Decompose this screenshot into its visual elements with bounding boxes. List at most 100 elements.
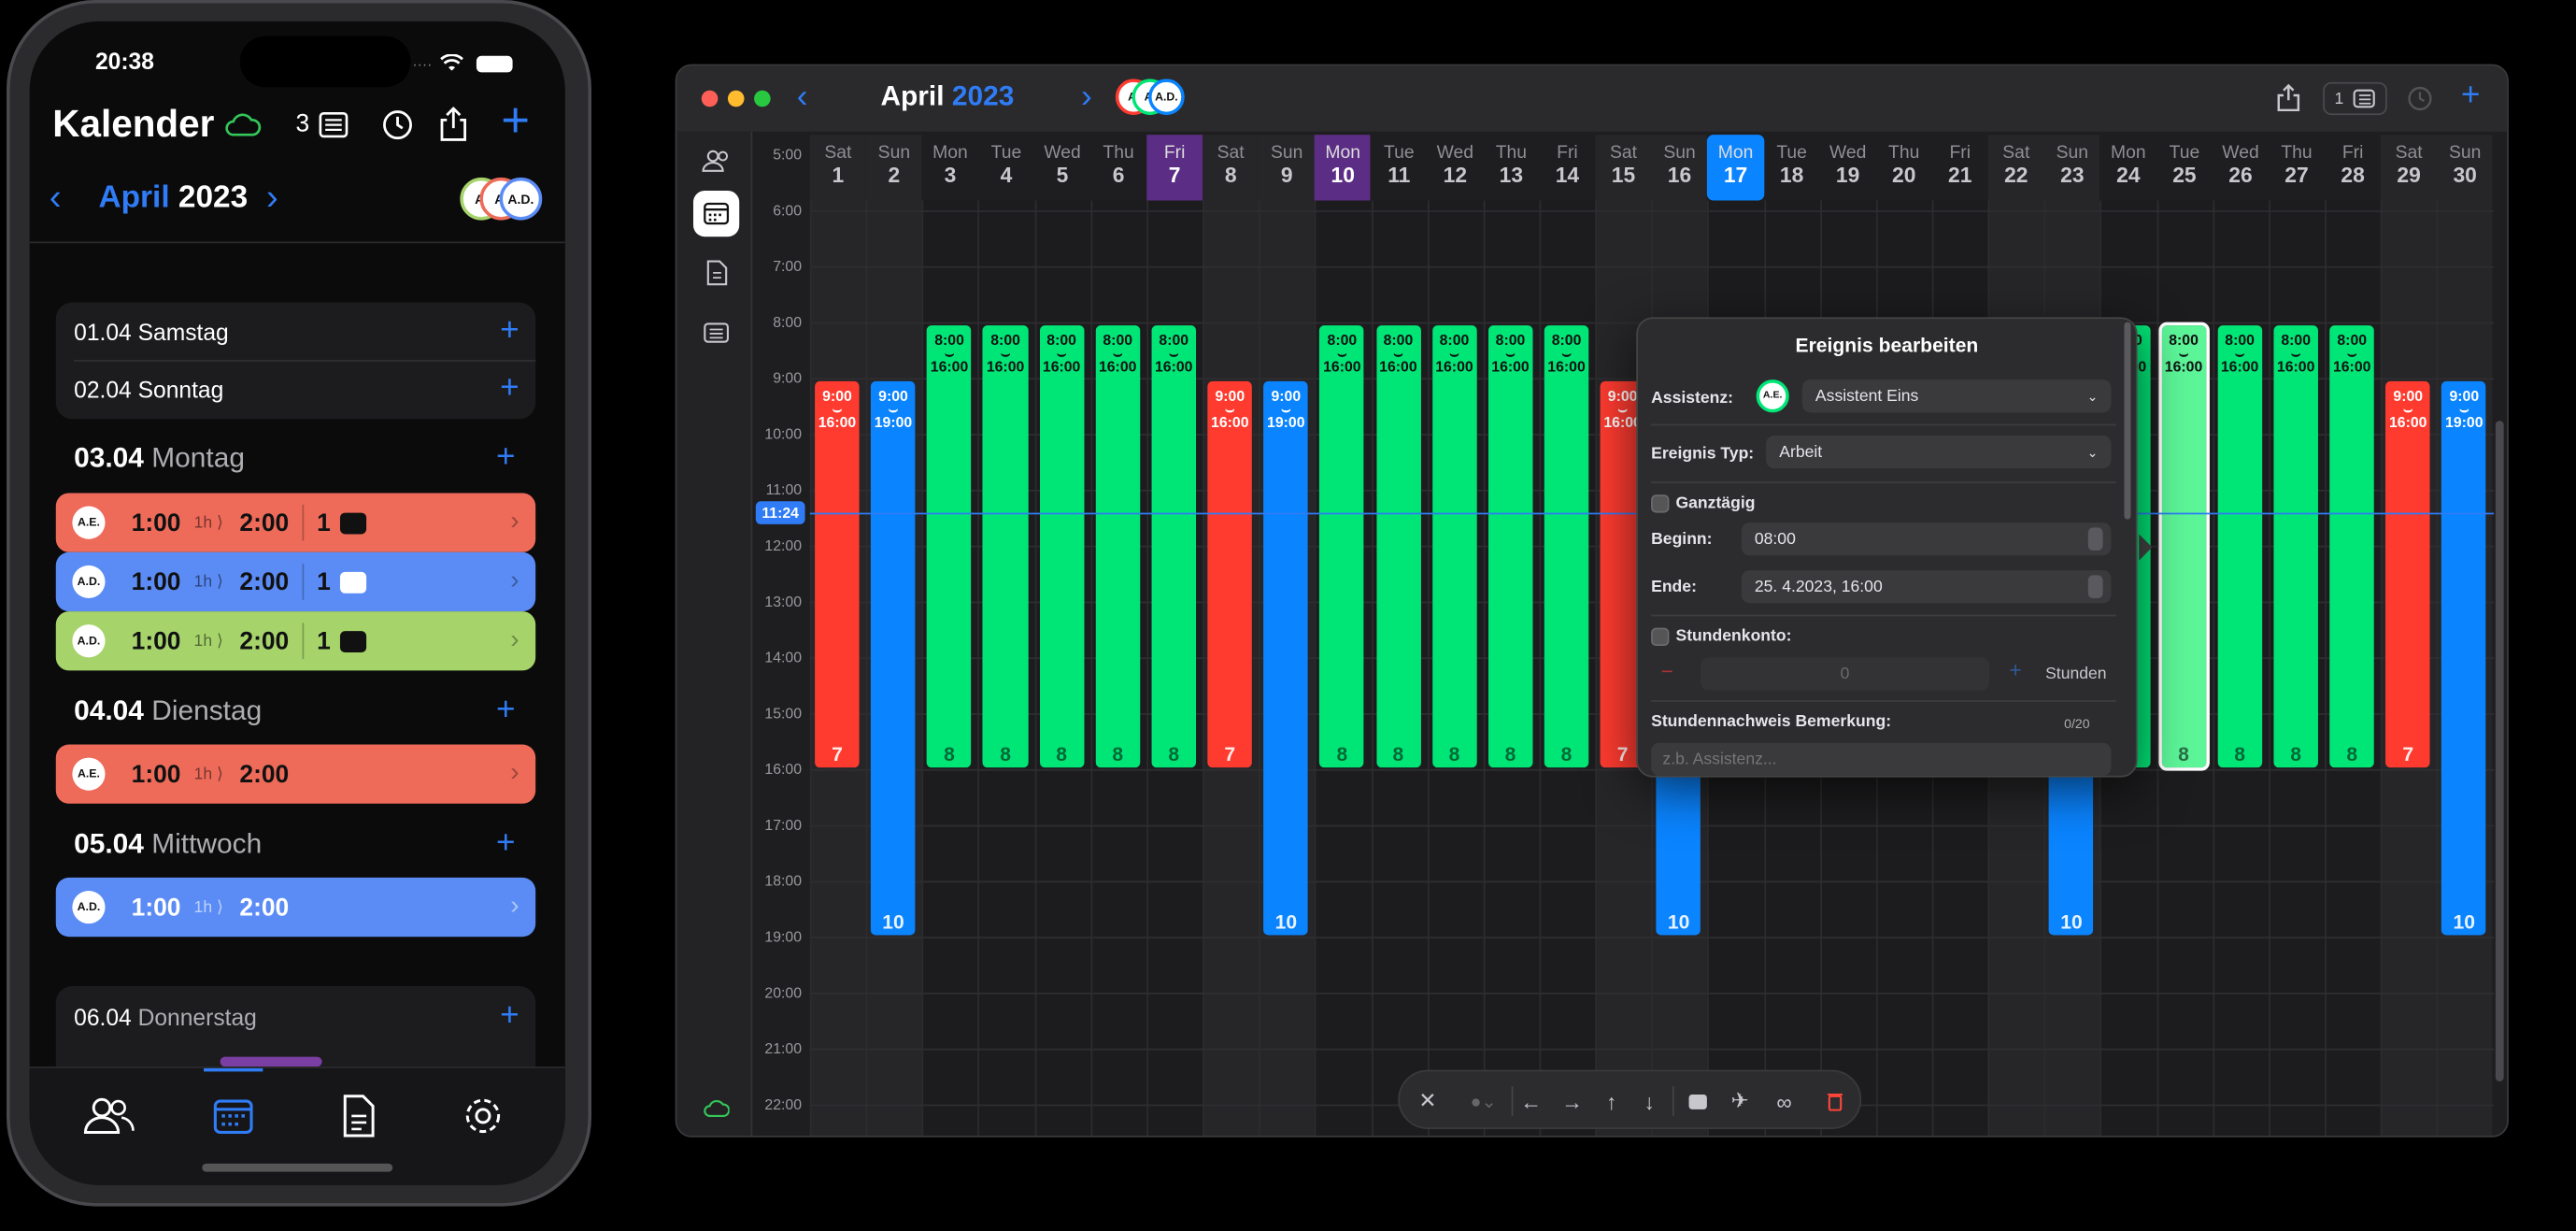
grid-scrollbar[interactable] bbox=[2495, 421, 2504, 1081]
tab-people[interactable] bbox=[76, 1083, 141, 1149]
remark-input[interactable] bbox=[1651, 742, 2112, 776]
event-bar[interactable]: 8:00⌣16:00 8 bbox=[2329, 325, 2375, 768]
add-event-button[interactable]: + bbox=[496, 825, 516, 863]
arrow-right-icon[interactable]: → bbox=[1556, 1084, 1588, 1117]
stepper-icon[interactable] bbox=[2087, 527, 2103, 551]
avatar-stack[interactable]: A. A. A.D. bbox=[460, 177, 558, 221]
day-header[interactable]: Tue 11 bbox=[1371, 135, 1428, 201]
next-month-button[interactable]: › bbox=[266, 176, 278, 219]
day-header[interactable]: Fri 28 bbox=[2325, 135, 2382, 201]
day-header[interactable]: Mon 3 bbox=[921, 135, 978, 201]
end-field[interactable]: 25. 4.2023, 16:00 bbox=[1741, 570, 2112, 604]
assistant-select[interactable]: Assistent Eins ⌄ bbox=[1801, 379, 2112, 413]
binoculars-icon[interactable]: ∞ bbox=[1768, 1084, 1800, 1117]
event-bar[interactable]: 8:00⌣16:00 8 bbox=[1431, 325, 1477, 768]
event-bar[interactable]: 8:00⌣16:00 8 bbox=[2217, 325, 2262, 768]
event-row[interactable]: A.D. 1:00 1h ⟩ 2:00 1 › bbox=[55, 551, 536, 612]
increment-button[interactable]: + bbox=[2009, 657, 2021, 681]
add-button[interactable]: + bbox=[501, 96, 530, 147]
event-bar[interactable]: 8:00⌣16:00 8 bbox=[1039, 325, 1085, 768]
arrow-up-icon[interactable]: ↑ bbox=[1595, 1084, 1628, 1117]
event-bar[interactable]: 9:00 ⌣ 16:00 7 bbox=[2385, 380, 2431, 768]
hours-input[interactable]: 0 bbox=[1700, 657, 1990, 691]
day-header[interactable]: Fri 14 bbox=[1539, 135, 1596, 201]
event-bar[interactable]: 8:00⌣16:00 8 bbox=[1375, 325, 1421, 768]
close-icon[interactable]: ✕ bbox=[1411, 1084, 1444, 1117]
day-header[interactable]: Wed 26 bbox=[2212, 135, 2270, 201]
add-event-button[interactable]: + bbox=[500, 997, 519, 1035]
briefcase-icon[interactable] bbox=[1681, 1084, 1714, 1117]
add-event-button[interactable]: + bbox=[496, 692, 516, 729]
tab-documents[interactable] bbox=[325, 1083, 391, 1149]
trash-icon[interactable] bbox=[1818, 1084, 1851, 1117]
document-badge[interactable]: 3 bbox=[295, 110, 349, 138]
allday-checkbox[interactable] bbox=[1651, 494, 1670, 513]
event-bar[interactable]: 9:00 ⌣ 16:00 7 bbox=[815, 380, 860, 768]
arrow-left-icon[interactable]: ← bbox=[1515, 1084, 1547, 1117]
day-header[interactable]: Thu 20 bbox=[1875, 135, 1932, 201]
day-header[interactable]: Wed 12 bbox=[1427, 135, 1484, 201]
person-filter-icon[interactable]: ●⌄ bbox=[1462, 1084, 1505, 1117]
day-header[interactable]: Sun 30 bbox=[2437, 135, 2494, 201]
airplane-icon[interactable]: ✈ bbox=[1723, 1084, 1756, 1117]
tab-calendar[interactable] bbox=[201, 1083, 266, 1149]
add-event-button[interactable]: + bbox=[500, 312, 519, 350]
event-bar[interactable]: 8:00⌣16:00 8 bbox=[1487, 325, 1533, 768]
history-icon[interactable] bbox=[381, 108, 414, 141]
cloud-icon[interactable] bbox=[225, 113, 262, 136]
day-header[interactable]: Sun 2 bbox=[865, 135, 922, 201]
event-row[interactable]: A.E. 1:00 1h ⟩ 2:00 1 › bbox=[55, 493, 536, 552]
day-header[interactable]: Sat 15 bbox=[1595, 135, 1652, 201]
day-header[interactable]: Fri 7 bbox=[1146, 135, 1203, 201]
add-event-button[interactable]: + bbox=[496, 438, 516, 476]
event-bar[interactable]: 8:00⌣16:00 8 bbox=[1319, 325, 1365, 768]
event-bar[interactable]: 8:00⌣16:00 8 bbox=[1095, 325, 1141, 768]
day-header[interactable]: Tue 18 bbox=[1763, 135, 1820, 201]
tab-settings[interactable] bbox=[450, 1083, 516, 1149]
type-select[interactable]: Arbeit ⌄ bbox=[1766, 435, 2112, 469]
event-bar[interactable]: 8:00⌣16:00 8 bbox=[983, 325, 1028, 768]
day-header[interactable]: Sat 8 bbox=[1203, 135, 1260, 201]
day-header[interactable]: Wed 19 bbox=[1819, 135, 1876, 201]
day-header[interactable]: Sat 29 bbox=[2381, 135, 2438, 201]
day-header[interactable]: Sun 23 bbox=[2043, 135, 2100, 201]
day-header[interactable]: Wed 5 bbox=[1034, 135, 1091, 201]
event-row[interactable]: A.E. 1:00 1h ⟩ 2:00 › bbox=[55, 744, 536, 804]
popup-scrollbar[interactable] bbox=[2124, 322, 2131, 520]
begin-field[interactable]: 08:00 bbox=[1741, 522, 2112, 556]
day-header[interactable]: Tue 4 bbox=[977, 135, 1034, 201]
event-bar[interactable]: 9:00⌣19:00 10 bbox=[871, 380, 916, 936]
day-header[interactable]: Mon 24 bbox=[2099, 135, 2156, 201]
event-bar[interactable]: 8:00⌣16:00 8 bbox=[1544, 325, 1589, 768]
hours-checkbox[interactable] bbox=[1651, 627, 1670, 647]
event-end: 16:00 bbox=[1379, 358, 1417, 375]
day-header[interactable]: Sun 16 bbox=[1651, 135, 1708, 201]
day-header[interactable]: Thu 27 bbox=[2269, 135, 2326, 201]
day-header[interactable]: Tue 25 bbox=[2156, 135, 2213, 201]
event-bar[interactable]: 8:00⌣16:00 8 bbox=[927, 325, 972, 768]
event-bar[interactable]: 8:00⌣16:00 8 bbox=[2273, 325, 2319, 768]
event-bar[interactable]: 9:00⌣19:00 10 bbox=[1263, 380, 1309, 936]
day-number: 11 bbox=[1388, 163, 1411, 188]
arrow-down-icon[interactable]: ↓ bbox=[1633, 1084, 1666, 1117]
add-event-button[interactable]: + bbox=[500, 370, 519, 408]
event-bar[interactable]: 9:00 ⌣ 16:00 7 bbox=[1207, 380, 1253, 768]
share-icon[interactable] bbox=[438, 107, 468, 141]
day-header[interactable]: Mon 10 bbox=[1315, 135, 1372, 201]
event-row[interactable]: A.D. 1:00 1h ⟩ 2:00 › bbox=[55, 877, 536, 938]
day-header[interactable]: Thu 13 bbox=[1483, 135, 1540, 201]
event-row[interactable]: A.D. 1:00 1h ⟩ 2:00 1 › bbox=[55, 611, 536, 671]
day-header[interactable]: Sat 1 bbox=[809, 135, 866, 201]
day-header[interactable]: Thu 6 bbox=[1090, 135, 1147, 201]
event-bar[interactable]: 9:00⌣19:00 10 bbox=[2441, 380, 2487, 936]
day-header[interactable]: Fri 21 bbox=[1931, 135, 1988, 201]
stepper-icon[interactable] bbox=[2087, 575, 2103, 599]
day-header[interactable]: Sat 22 bbox=[1987, 135, 2044, 201]
day-header[interactable]: Sun 9 bbox=[1259, 135, 1316, 201]
event-duration: 1h ⟩ bbox=[193, 572, 223, 592]
event-bar[interactable]: 8:00⌣16:00 8 bbox=[2157, 322, 2210, 771]
day-header[interactable]: Mon 17 bbox=[1707, 135, 1764, 201]
decrement-button[interactable]: − bbox=[1661, 659, 1673, 683]
prev-month-button[interactable]: ‹ bbox=[50, 176, 62, 219]
event-bar[interactable]: 8:00⌣16:00 8 bbox=[1151, 325, 1197, 768]
